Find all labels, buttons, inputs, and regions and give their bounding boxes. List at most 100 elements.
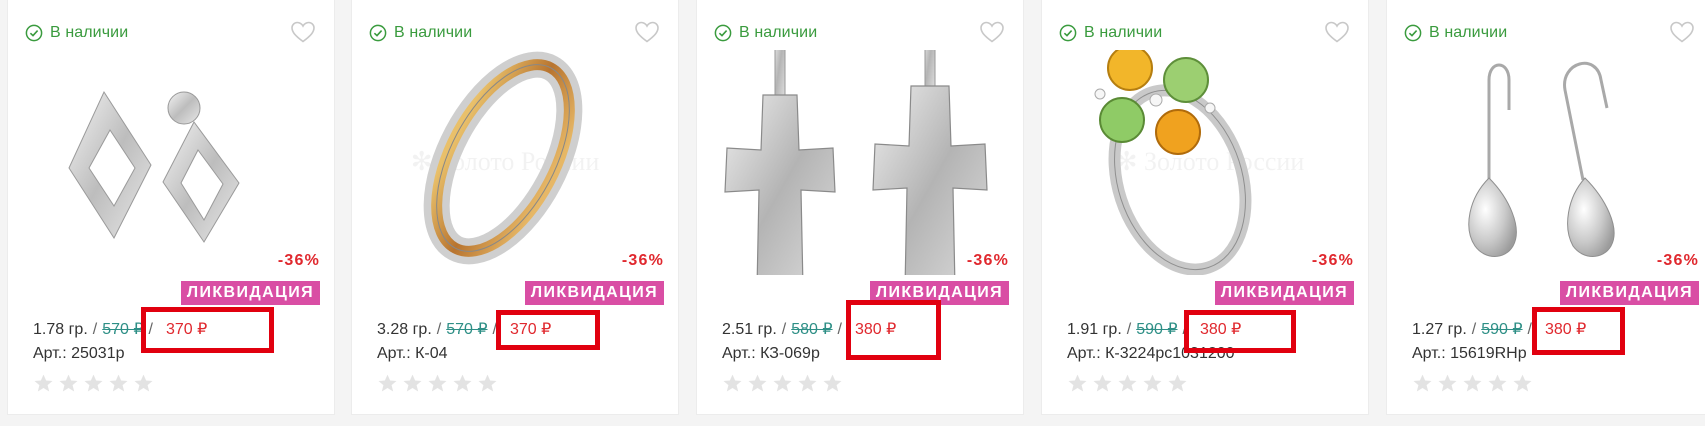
stock-status: В наличии bbox=[25, 22, 128, 44]
star-icon[interactable] bbox=[1512, 373, 1533, 394]
liquidation-badge: ЛИКВИДАЦИЯ bbox=[524, 281, 664, 305]
star-icon[interactable] bbox=[1092, 373, 1113, 394]
product-grid: В наличии -36% ЛИКВИДАЦИЯ 1.78 гр./570 ₽… bbox=[0, 0, 1705, 426]
star-icon[interactable] bbox=[33, 373, 54, 394]
weight-label: 1.91 гр. bbox=[1067, 321, 1122, 338]
heart-icon[interactable] bbox=[1324, 20, 1350, 44]
new-price: 370 ₽ bbox=[510, 321, 552, 338]
star-icon[interactable] bbox=[1117, 373, 1138, 394]
star-icon[interactable] bbox=[722, 373, 743, 394]
star-icon[interactable] bbox=[747, 373, 768, 394]
sku-label: Арт.: КЗ-069р bbox=[722, 345, 820, 362]
product-image[interactable] bbox=[1405, 50, 1695, 275]
liquidation-badge: ЛИКВИДАЦИЯ bbox=[869, 281, 1009, 305]
old-price: 580 ₽ bbox=[791, 321, 833, 338]
star-icon[interactable] bbox=[1167, 373, 1188, 394]
discount-label: -36% bbox=[1656, 252, 1699, 269]
stock-label: В наличии bbox=[1084, 24, 1163, 41]
heart-icon[interactable] bbox=[1669, 20, 1695, 44]
rating-stars[interactable] bbox=[33, 373, 154, 394]
product-card[interactable]: В наличии ✻ Золото России -36% ЛИКВИДАЦИ… bbox=[352, 0, 678, 414]
check-circle-icon bbox=[714, 24, 732, 42]
star-icon[interactable] bbox=[452, 373, 473, 394]
separator: / bbox=[148, 321, 153, 338]
rating-stars[interactable] bbox=[1067, 373, 1188, 394]
star-icon[interactable] bbox=[1437, 373, 1458, 394]
sku-label: Арт.: 15619RHр bbox=[1412, 345, 1527, 362]
product-card[interactable]: В наличии -36% ЛИКВИДАЦИЯ 1.27 гр./590 ₽… bbox=[1387, 0, 1705, 414]
price-line: 2.51 гр./580 ₽/380 ₽ bbox=[722, 319, 896, 339]
product-image[interactable]: ✻ Золото России bbox=[370, 50, 660, 275]
liquidation-badge: ЛИКВИДАЦИЯ bbox=[1559, 281, 1699, 305]
star-icon[interactable] bbox=[1067, 373, 1088, 394]
star-icon[interactable] bbox=[83, 373, 104, 394]
star-icon[interactable] bbox=[477, 373, 498, 394]
new-price: 380 ₽ bbox=[1200, 321, 1242, 338]
separator: / bbox=[1182, 321, 1187, 338]
separator: / bbox=[92, 321, 98, 338]
star-icon[interactable] bbox=[1462, 373, 1483, 394]
star-icon[interactable] bbox=[133, 373, 154, 394]
check-circle-icon bbox=[1059, 24, 1077, 42]
check-circle-icon bbox=[369, 24, 387, 42]
heart-icon[interactable] bbox=[634, 20, 660, 44]
star-icon[interactable] bbox=[377, 373, 398, 394]
product-image[interactable] bbox=[26, 50, 316, 275]
product-card[interactable]: В наличии -36% ЛИКВИДАЦИЯ 1.78 гр./570 ₽… bbox=[8, 0, 334, 414]
star-icon[interactable] bbox=[1142, 373, 1163, 394]
star-icon[interactable] bbox=[772, 373, 793, 394]
old-price: 590 ₽ bbox=[1481, 321, 1523, 338]
product-image[interactable] bbox=[715, 50, 1005, 275]
discount-label: -36% bbox=[1311, 252, 1354, 269]
old-price: 570 ₽ bbox=[102, 321, 144, 338]
star-icon[interactable] bbox=[427, 373, 448, 394]
separator: / bbox=[1126, 321, 1132, 338]
sku-label: Арт.: 25031р bbox=[33, 345, 125, 362]
stock-status: В наличии bbox=[714, 22, 817, 44]
star-icon[interactable] bbox=[108, 373, 129, 394]
separator: / bbox=[837, 321, 842, 338]
heart-icon[interactable] bbox=[979, 20, 1005, 44]
weight-label: 1.27 гр. bbox=[1412, 321, 1467, 338]
rating-stars[interactable] bbox=[377, 373, 498, 394]
rating-stars[interactable] bbox=[1412, 373, 1533, 394]
separator: / bbox=[436, 321, 442, 338]
star-icon[interactable] bbox=[1412, 373, 1433, 394]
check-circle-icon bbox=[25, 24, 43, 42]
discount-label: -36% bbox=[621, 252, 664, 269]
liquidation-badge: ЛИКВИДАЦИЯ bbox=[180, 281, 320, 305]
product-card[interactable]: В наличии ✻ Золото России -36% ЛИКВИДАЦИ… bbox=[1042, 0, 1368, 414]
weight-label: 1.78 гр. bbox=[33, 321, 88, 338]
new-price: 370 ₽ bbox=[166, 321, 208, 338]
heart-icon[interactable] bbox=[290, 20, 316, 44]
price-line: 1.91 гр./590 ₽/380 ₽ bbox=[1067, 319, 1241, 339]
separator: / bbox=[781, 321, 787, 338]
stock-status: В наличии bbox=[369, 22, 472, 44]
stock-label: В наличии bbox=[394, 24, 473, 41]
stock-status: В наличии bbox=[1404, 22, 1507, 44]
check-circle-icon bbox=[1404, 24, 1422, 42]
old-price: 570 ₽ bbox=[446, 321, 488, 338]
separator: / bbox=[492, 321, 497, 338]
star-icon[interactable] bbox=[1487, 373, 1508, 394]
new-price: 380 ₽ bbox=[855, 321, 897, 338]
stock-label: В наличии bbox=[50, 24, 129, 41]
star-icon[interactable] bbox=[58, 373, 79, 394]
price-line: 3.28 гр./570 ₽/370 ₽ bbox=[377, 319, 551, 339]
svg-text:✻ Золото России: ✻ Золото России bbox=[1116, 147, 1305, 176]
rating-stars[interactable] bbox=[722, 373, 843, 394]
liquidation-badge: ЛИКВИДАЦИЯ bbox=[1214, 281, 1354, 305]
weight-label: 3.28 гр. bbox=[377, 321, 432, 338]
discount-label: -36% bbox=[277, 252, 320, 269]
product-card[interactable]: В наличии -36% ЛИКВИДАЦИЯ 2.51 гр./580 ₽… bbox=[697, 0, 1023, 414]
product-image[interactable]: ✻ Золото России bbox=[1060, 50, 1350, 275]
price-line: 1.27 гр./590 ₽/380 ₽ bbox=[1412, 319, 1586, 339]
star-icon[interactable] bbox=[822, 373, 843, 394]
star-icon[interactable] bbox=[797, 373, 818, 394]
separator: / bbox=[1527, 321, 1532, 338]
old-price: 590 ₽ bbox=[1136, 321, 1178, 338]
discount-label: -36% bbox=[966, 252, 1009, 269]
star-icon[interactable] bbox=[402, 373, 423, 394]
stock-label: В наличии bbox=[1429, 24, 1508, 41]
separator: / bbox=[1471, 321, 1477, 338]
